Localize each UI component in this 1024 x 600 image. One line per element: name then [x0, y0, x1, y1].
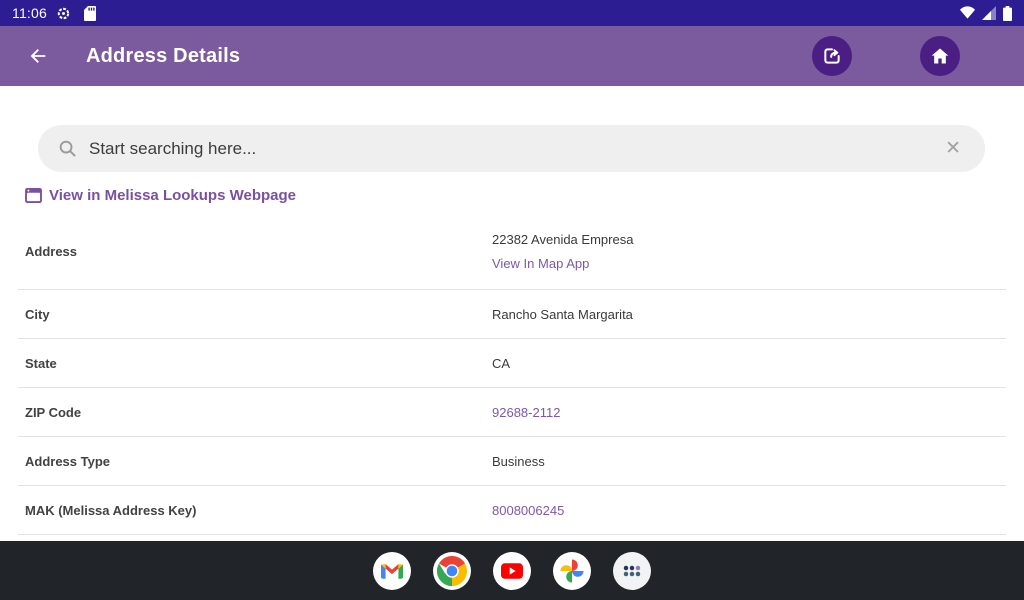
melissa-webpage-link[interactable]: View in Melissa Lookups Webpage: [25, 187, 296, 204]
content-area: ✕ View in Melissa Lookups Webpage Addres…: [0, 125, 1024, 580]
search-bar[interactable]: ✕: [38, 125, 985, 172]
row-label: MAK (Melissa Address Key): [25, 502, 197, 518]
app-drawer-icon[interactable]: [613, 551, 651, 590]
table-row-state: State CA: [0, 339, 1024, 387]
mak-link[interactable]: 8008006245: [492, 503, 564, 518]
app-bar: Address Details: [0, 26, 1024, 86]
zip-code-link[interactable]: 92688-2112: [492, 405, 560, 420]
share-button[interactable]: [812, 36, 852, 76]
gear-icon: [56, 6, 71, 21]
table-row-address-type: Address Type Business: [0, 437, 1024, 485]
search-input[interactable]: [89, 138, 942, 159]
photos-app-icon[interactable]: [553, 551, 591, 590]
search-icon: [58, 139, 77, 158]
dock: [0, 541, 1024, 600]
row-label: State: [25, 355, 57, 371]
table-row-city: City Rancho Santa Margarita: [0, 290, 1024, 338]
table-row-zip: ZIP Code 92688-2112: [0, 388, 1024, 436]
row-label: ZIP Code: [25, 404, 82, 420]
divider: [18, 534, 1006, 535]
state-value: CA: [492, 355, 511, 371]
row-label: City: [25, 306, 50, 322]
cell-signal-icon: [982, 6, 997, 20]
status-bar: 11:06: [0, 0, 1024, 26]
row-label: Address Type: [25, 453, 111, 469]
address-details-table: Address 22382 Avenida Empresa View In Ma…: [0, 213, 1024, 535]
home-icon: [930, 46, 950, 66]
page-title: Address Details: [86, 44, 241, 67]
sdcard-icon: [84, 5, 96, 21]
clear-search-icon[interactable]: ✕: [941, 139, 965, 158]
youtube-app-icon[interactable]: [493, 551, 531, 590]
address-value: 22382 Avenida Empresa: [492, 231, 634, 247]
back-button[interactable]: [18, 36, 58, 76]
table-row-address: Address 22382 Avenida Empresa View In Ma…: [0, 213, 1024, 289]
gmail-app-icon[interactable]: [373, 551, 411, 590]
table-row-mak: MAK (Melissa Address Key) 8008006245: [0, 486, 1024, 534]
home-button[interactable]: [920, 36, 960, 76]
wifi-icon: [959, 6, 976, 20]
address-type-value: Business: [492, 453, 545, 469]
view-in-map-link[interactable]: View In Map App: [492, 256, 633, 271]
share-icon: [822, 46, 842, 66]
clock: 11:06: [12, 5, 47, 21]
browser-window-icon: [25, 188, 42, 203]
chrome-app-icon[interactable]: [433, 551, 471, 590]
row-label: Address: [25, 243, 78, 259]
city-value: Rancho Santa Margarita: [492, 306, 633, 322]
melissa-webpage-link-label: View in Melissa Lookups Webpage: [49, 187, 297, 204]
battery-icon: [1003, 5, 1012, 21]
